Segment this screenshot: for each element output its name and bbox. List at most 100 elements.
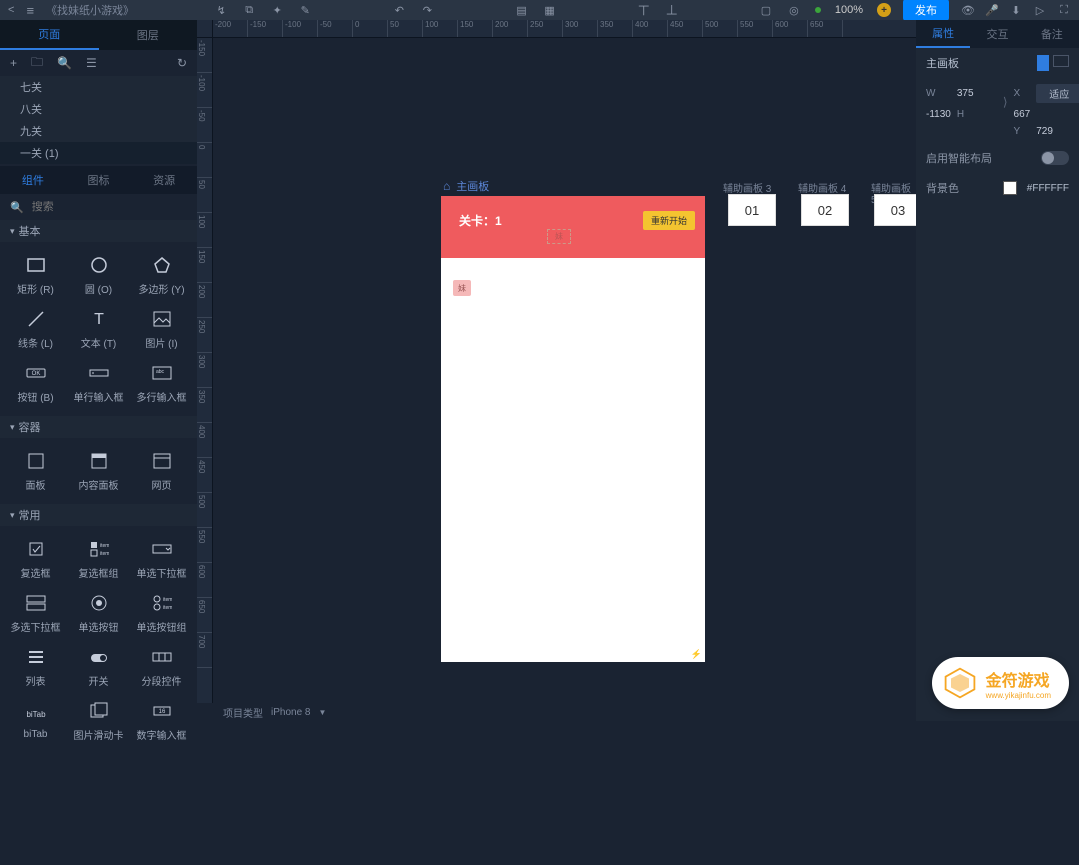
page-item[interactable]: 七关 [0,76,197,98]
category-common[interactable]: 常用 [0,504,197,526]
page-item[interactable]: 九关 [0,120,197,142]
pencil-icon[interactable]: ✎ [298,3,312,17]
device-select[interactable]: iPhone 8 [271,707,310,718]
artboard-header[interactable]: 关卡：1 重新开始 妹 [441,196,705,258]
device-icon[interactable]: ▢ [759,3,773,17]
aux-label[interactable]: 辅助画板 3 [723,180,771,195]
play-icon[interactable]: ▷ [1033,3,1047,17]
radio-icon [89,593,109,613]
y-value[interactable]: 729 [1036,126,1079,137]
h-value[interactable]: 667 [1014,109,1031,120]
component-checkbox-group[interactable]: itemitem复选框组 [67,532,130,586]
component-img-card[interactable]: 图片滑动卡 [67,694,130,748]
text-top-icon[interactable]: 丅 [637,3,651,17]
add-page-icon[interactable]: + [10,56,17,70]
component-label: 矩形 (R) [17,281,54,296]
zoom-add-button[interactable]: + [877,3,891,17]
component-button[interactable]: OK按钮 (B) [4,356,67,410]
component-radio[interactable]: 单选按钮 [67,586,130,640]
component-textarea[interactable]: abc多行输入框 [130,356,193,410]
component-panel[interactable]: 面板 [4,444,67,498]
download-icon[interactable]: ⬇ [1009,3,1023,17]
crop-icon[interactable]: ⧉ [242,3,256,17]
component-polygon[interactable]: 多边形 (Y) [130,248,193,302]
redo-icon[interactable]: ↷ [420,3,434,17]
zoom-level[interactable]: 100% [835,4,863,16]
tab-layers[interactable]: 图层 [99,20,198,50]
component-input[interactable]: 单行输入框 [67,356,130,410]
bg-hex[interactable]: #FFFFFF [1027,183,1069,194]
svg-text:T: T [94,311,104,328]
text-bottom-icon[interactable]: 丄 [665,3,679,17]
component-text[interactable]: T文本 (T) [67,302,130,356]
mic-icon[interactable]: 🎤 [985,3,999,17]
component-content-panel[interactable]: 内容面板 [67,444,130,498]
aux-artboard[interactable]: 01 [728,194,776,226]
artboard-main[interactable]: 关卡：1 重新开始 妹 妹 ⚡ [441,196,705,662]
viewport[interactable]: ⌂ 主画板 关卡：1 重新开始 妹 妹 ⚡ 辅助画板 3 01 辅助画板 4 0… [213,38,916,703]
game-cell[interactable]: 妹 [453,280,471,296]
component-list[interactable]: 列表 [4,640,67,694]
component-radio-group[interactable]: itemitem单选按钮组 [130,586,193,640]
align-icon-1[interactable]: ▤ [515,3,529,17]
component-rect[interactable]: 矩形 (R) [4,248,67,302]
undo-icon[interactable]: ↶ [392,3,406,17]
breadcrumb-label[interactable]: 主画板 [456,178,489,194]
component-select[interactable]: 单选下拉框 [130,532,193,586]
landscape-button[interactable] [1053,55,1069,67]
multiselect-icon [26,593,46,613]
component-segment[interactable]: 分段控件 [130,640,193,694]
bg-swatch[interactable] [1003,181,1017,195]
menu-icon[interactable]: ≡ [26,3,34,18]
search-input[interactable] [32,201,187,213]
refresh-icon[interactable]: ↻ [177,56,187,70]
tab-components[interactable]: 组件 [0,166,66,194]
ruler-vertical: -150-100-5005010015020025030035040045050… [197,38,213,703]
component-line[interactable]: 线条 (L) [4,302,67,356]
component-webpage[interactable]: 网页 [130,444,193,498]
link-dims-icon[interactable]: ⟩ [1003,95,1008,109]
category-basic[interactable]: 基本 [0,220,197,242]
target-icon[interactable]: ◎ [787,3,801,17]
aux-artboard[interactable]: 03 [874,194,916,226]
orientation-toggle[interactable] [1037,55,1069,71]
page-item-selected[interactable]: 一关 (1) [0,142,197,164]
tab-properties[interactable]: 属性 [916,20,970,48]
restart-button[interactable]: 重新开始 [643,211,695,230]
page-item[interactable]: 八关 [0,98,197,120]
component-num-input[interactable]: 16数字输入框 [130,694,193,748]
publish-button[interactable]: 发布 [903,0,949,21]
back-button[interactable]: < [8,4,14,16]
component-image[interactable]: 图片 (I) [130,302,193,356]
tab-assets[interactable]: 资源 [131,166,197,194]
game-cell[interactable]: 妹 [547,229,571,244]
component-checkbox[interactable]: 复选框 [4,532,67,586]
component-bitab[interactable]: biTabbiTab [4,694,67,748]
chevron-down-icon[interactable]: ▼ [318,708,326,717]
component-circle[interactable]: 圆 (O) [67,248,130,302]
x-value[interactable]: -1130 [926,109,951,120]
view-icon[interactable]: 👁 [961,3,975,17]
tab-interaction[interactable]: 交互 [970,20,1024,48]
smart-layout-toggle[interactable] [1041,151,1069,165]
component-multiselect[interactable]: 多选下拉框 [4,586,67,640]
search-icon[interactable]: 🔍 [57,56,72,70]
aux-label[interactable]: 辅助画板 4 [798,180,846,195]
aux-artboard[interactable]: 02 [801,194,849,226]
w-value[interactable]: 375 [957,88,997,99]
home-icon[interactable]: ⌂ [443,179,450,193]
component-label: 按钮 (B) [17,389,53,404]
list-icon[interactable]: ☰ [86,56,97,70]
folder-icon[interactable]: 🗀 [31,53,43,74]
fullscreen-icon[interactable]: ⛶ [1057,3,1071,17]
portrait-button[interactable] [1037,55,1049,71]
tab-icons[interactable]: 图标 [66,166,132,194]
category-container[interactable]: 容器 [0,416,197,438]
component-switch[interactable]: 开关 [67,640,130,694]
link-icon[interactable]: ↯ [214,3,228,17]
pen-icon[interactable]: ✦ [270,3,284,17]
tab-pages[interactable]: 页面 [0,20,99,50]
align-icon-2[interactable]: ▦ [543,3,557,17]
tab-notes[interactable]: 备注 [1025,20,1079,48]
fit-button[interactable]: 适应 [1036,84,1079,103]
